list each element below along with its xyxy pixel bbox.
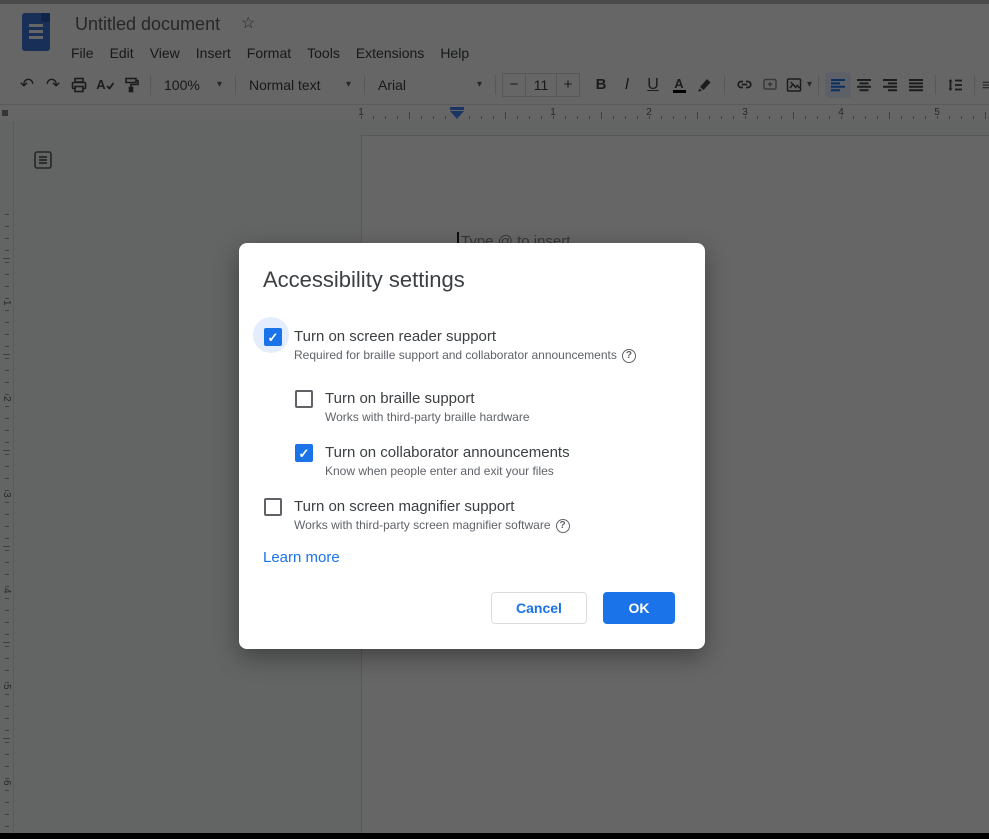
option-text: Turn on screen magnifier support Works w… [294,497,570,533]
accessibility-option-row: ✓ Turn on screen magnifier support Works… [264,497,685,533]
checkbox[interactable]: ✓ [295,390,313,408]
google-docs-window: Untitled document ☆ FileEditViewInsertFo… [0,0,989,839]
option-text: Turn on screen reader support Required f… [294,327,636,363]
option-label: Turn on collaborator announcements [325,444,570,461]
option-label: Turn on screen magnifier support [294,498,515,515]
option-label: Turn on screen reader support [294,328,497,345]
accessibility-option-row: ✓ Turn on collaborator announcements Kno… [295,443,685,479]
option-label: Turn on braille support [325,390,475,407]
checkbox[interactable]: ✓ [295,444,313,462]
dialog-buttons: Cancel OK [491,592,675,624]
checkbox[interactable]: ✓ [253,317,289,353]
option-description-text: Required for braille support and collabo… [294,348,617,362]
option-text: Turn on collaborator announcements Know … [325,443,570,479]
option-description-text: Know when people enter and exit your fil… [325,464,554,478]
option-description: Know when people enter and exit your fil… [325,464,570,479]
dialog-title: Accessibility settings [263,267,465,292]
checkbox[interactable]: ✓ [264,498,282,516]
accessibility-option-row: ✓ Turn on screen reader support Required… [253,317,685,363]
option-description-text: Works with third-party screen magnifier … [294,518,551,532]
option-description: Required for braille support and collabo… [294,348,636,363]
checkmark-icon: ✓ [298,445,310,461]
option-description: Works with third-party braille hardware [325,410,530,425]
accessibility-option-row: ✓ Turn on braille support Works with thi… [295,389,685,425]
window-bottom-edge [0,833,989,839]
checkmark-icon: ✓ [267,329,279,345]
accessibility-options-list: ✓ Turn on screen reader support Required… [253,317,685,533]
learn-more-link[interactable]: Learn more [263,549,340,566]
option-description-text: Works with third-party braille hardware [325,410,530,424]
help-icon[interactable]: ? [555,518,570,533]
accessibility-settings-dialog: Accessibility settings ✓ Turn on screen … [239,243,705,649]
ok-button[interactable]: OK [603,592,675,624]
option-description: Works with third-party screen magnifier … [294,518,570,533]
cancel-button[interactable]: Cancel [491,592,587,624]
option-text: Turn on braille support Works with third… [325,389,530,425]
help-icon[interactable]: ? [621,348,636,363]
